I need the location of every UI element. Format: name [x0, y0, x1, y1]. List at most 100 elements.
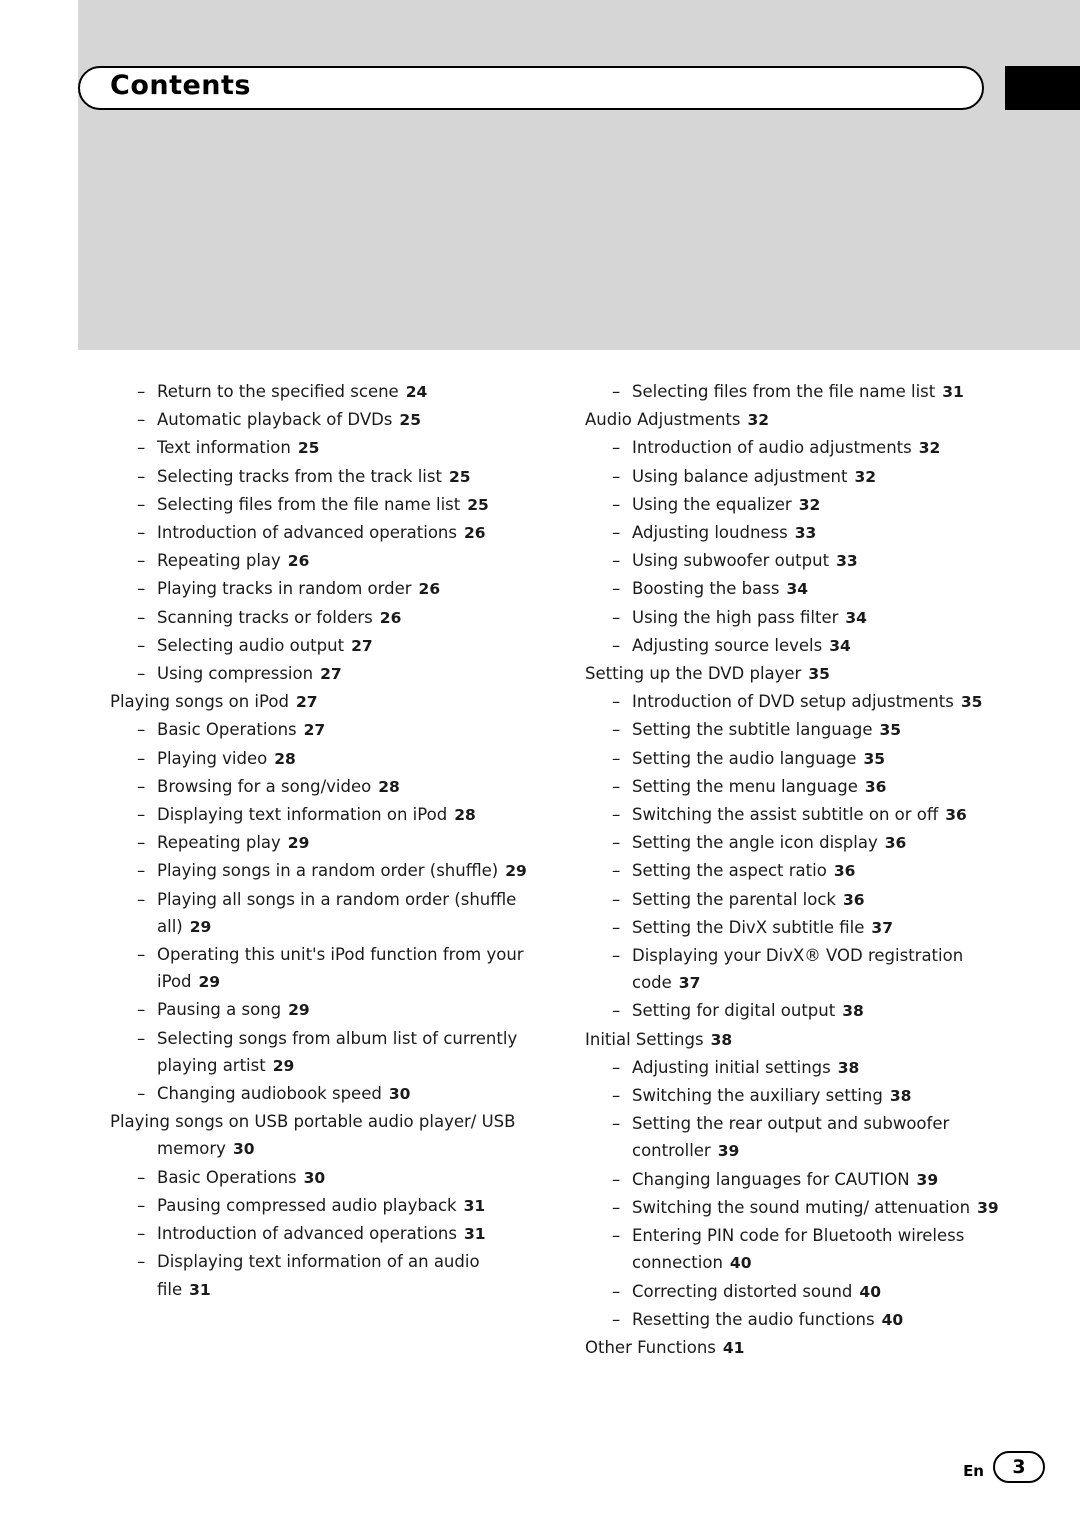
- entry-dash-marker: –: [612, 551, 621, 571]
- entry-label: Setting the rear output and subwoofer co…: [632, 1114, 950, 1161]
- toc-left-entry[interactable]: – Browsing for a song/video 28: [110, 773, 530, 801]
- page-title: Contents: [110, 70, 252, 101]
- entry-dash-marker: –: [137, 607, 146, 627]
- toc-left-entry[interactable]: Playing songs on USB portable audio play…: [110, 1108, 530, 1163]
- toc-right-entry[interactable]: – Adjusting initial settings 38: [585, 1054, 1015, 1082]
- toc-left-entry[interactable]: – Introduction of advanced operations 26: [110, 519, 530, 547]
- entry-page-number: 33: [836, 552, 858, 571]
- toc-right-entry[interactable]: Other Functions 41: [585, 1334, 1015, 1362]
- toc-left-entry[interactable]: – Scanning tracks or folders 26: [110, 604, 530, 632]
- toc-left-entry[interactable]: – Pausing compressed audio playback 31: [110, 1192, 530, 1220]
- toc-right-entry[interactable]: – Switching the auxiliary setting 38: [585, 1082, 1015, 1110]
- toc-right-entry[interactable]: – Changing languages for CAUTION 39: [585, 1166, 1015, 1194]
- entry-dash-marker: –: [137, 551, 146, 571]
- entry-dash-marker: –: [612, 382, 621, 401]
- toc-right-entry[interactable]: – Introduction of audio adjustments 32: [585, 434, 1015, 462]
- toc-right-entry[interactable]: – Using balance adjustment 32: [585, 463, 1015, 491]
- entry-label: Repeating play: [157, 551, 281, 571]
- toc-left-entry[interactable]: – Playing songs in a random order (shuffl…: [110, 857, 530, 885]
- toc-left-entry[interactable]: – Displaying text information on iPod 28: [110, 801, 530, 829]
- toc-right-entry[interactable]: – Using subwoofer output 33: [585, 547, 1015, 575]
- entry-label: Changing languages for CAUTION: [632, 1169, 910, 1189]
- toc-left-entry[interactable]: – Pausing a song 29: [110, 996, 530, 1024]
- entry-page-number: 35: [808, 665, 830, 684]
- entry-page-number: 24: [405, 383, 428, 401]
- toc-right-entry[interactable]: – Setting the audio language 35: [585, 745, 1015, 773]
- toc-right-entry[interactable]: – Entering PIN code for Bluetooth wireles…: [585, 1222, 1015, 1277]
- toc-right-entry[interactable]: – Using the high pass filter 34: [585, 604, 1015, 632]
- toc-left-entry[interactable]: – Playing video 28: [110, 745, 530, 773]
- entry-page-number: 32: [854, 467, 877, 486]
- toc-left-entry[interactable]: – Selecting tracks from the track list 25: [110, 463, 530, 491]
- toc-right-entry[interactable]: – Introduction of DVD setup adjustments 35: [585, 688, 1015, 716]
- toc-right-entry[interactable]: – Using the equalizer 32: [585, 491, 1015, 519]
- toc-right-entry[interactable]: – Switching the assist subtitle on or off…: [585, 801, 1015, 829]
- entry-label: Selecting files from the file name list: [157, 494, 461, 514]
- page-footer: En 3: [0, 1448, 1080, 1498]
- toc-right-entry[interactable]: – Setting the angle icon display 36: [585, 829, 1015, 857]
- toc-left-entry[interactable]: – Introduction of advanced operations 31: [110, 1220, 530, 1248]
- toc-right-entry[interactable]: Setting up the DVD player 35: [585, 660, 1015, 688]
- toc-right-entry[interactable]: – Setting the aspect ratio 36: [585, 857, 1015, 885]
- toc-left-entry[interactable]: – Displaying text information of an audio…: [110, 1248, 530, 1303]
- toc-right-entry[interactable]: – Setting the DivX subtitle file 37: [585, 914, 1015, 942]
- toc-right-entry[interactable]: – Switching the sound muting/ attenuation…: [585, 1194, 1015, 1222]
- entry-label: Correcting distorted sound: [632, 1281, 853, 1301]
- toc-right-entry[interactable]: – Setting for digital output 38: [585, 997, 1015, 1025]
- toc-right-entry[interactable]: Initial Settings 38: [585, 1026, 1015, 1054]
- entry-label: Pausing a song: [157, 1000, 282, 1020]
- toc-right-entry[interactable]: – Selecting files from the file name list…: [585, 378, 1015, 406]
- entry-label: Playing songs in a random order (shuffle…: [157, 861, 499, 881]
- entry-dash-marker: –: [612, 1114, 621, 1134]
- entry-page-number: 35: [879, 721, 902, 740]
- entry-label: Playing songs on USB portable audio play…: [110, 1112, 516, 1159]
- toc-left-entry[interactable]: – Repeating play 26: [110, 547, 530, 575]
- toc-left-entry[interactable]: – Selecting files from the file name list…: [110, 491, 530, 519]
- entry-label: Basic Operations: [157, 1167, 297, 1187]
- entry-dash-marker: –: [612, 692, 621, 712]
- contents-left-column: – Return to the specified scene 24– Automat…: [110, 378, 530, 1304]
- entry-page-number: 26: [287, 552, 310, 571]
- toc-left-entry[interactable]: – Selecting audio output 27: [110, 632, 530, 660]
- entry-dash-marker: –: [137, 1195, 146, 1215]
- toc-right-entry[interactable]: – Setting the parental lock 36: [585, 886, 1015, 914]
- toc-left-entry[interactable]: – Basic Operations 30: [110, 1164, 530, 1192]
- toc-left-entry[interactable]: – Playing tracks in random order 26: [110, 575, 530, 603]
- toc-left-entry[interactable]: – Using compression 27: [110, 660, 530, 688]
- toc-right-entry[interactable]: Audio Adjustments 32: [585, 406, 1015, 434]
- toc-left-entry[interactable]: – Playing all songs in a random order (sh…: [110, 886, 530, 941]
- entry-dash-marker: –: [137, 776, 146, 796]
- entry-dash-marker: –: [137, 494, 146, 514]
- entry-label: Introduction of advanced operations: [157, 1224, 457, 1244]
- entry-label: Setting the audio language: [632, 748, 857, 768]
- toc-right-entry[interactable]: – Setting the subtitle language 35: [585, 716, 1015, 744]
- entry-page-number: 37: [871, 918, 893, 937]
- toc-right-entry[interactable]: – Adjusting loudness 33: [585, 519, 1015, 547]
- entry-label: Setting up the DVD player: [585, 664, 802, 684]
- toc-right-entry[interactable]: – Setting the rear output and subwoofer c…: [585, 1110, 1015, 1165]
- toc-right-entry[interactable]: – Boosting the bass 34: [585, 575, 1015, 603]
- entry-dash-marker: –: [137, 833, 146, 853]
- toc-left-entry[interactable]: Playing songs on iPod 27: [110, 688, 530, 716]
- toc-right-entry[interactable]: – Adjusting source levels 34: [585, 632, 1015, 660]
- toc-left-entry[interactable]: – Return to the specified scene 24: [110, 378, 530, 406]
- entry-label: Switching the assist subtitle on or off: [632, 805, 939, 825]
- entry-page-number: 34: [829, 636, 851, 655]
- entry-label: Selecting audio output: [157, 635, 345, 655]
- entry-dash-marker: –: [612, 720, 621, 740]
- entry-dash-marker: –: [612, 494, 621, 514]
- entry-label: Setting for digital output: [632, 1001, 836, 1021]
- toc-left-entry[interactable]: – Repeating play 29: [110, 829, 530, 857]
- toc-left-entry[interactable]: – Basic Operations 27: [110, 716, 530, 744]
- toc-left-entry[interactable]: – Automatic playback of DVDs 25: [110, 406, 530, 434]
- toc-left-entry[interactable]: – Changing audiobook speed 30: [110, 1080, 530, 1108]
- entry-page-number: 25: [297, 439, 320, 458]
- toc-right-entry[interactable]: – Displaying your DivX® VOD registration …: [585, 942, 1015, 997]
- toc-right-entry[interactable]: – Resetting the audio functions 40: [585, 1306, 1015, 1334]
- entry-dash-marker: –: [137, 1000, 146, 1020]
- toc-left-entry[interactable]: – Selecting songs from album list of curr…: [110, 1025, 530, 1080]
- toc-right-entry[interactable]: – Correcting distorted sound 40: [585, 1278, 1015, 1306]
- toc-right-entry[interactable]: – Setting the menu language 36: [585, 773, 1015, 801]
- toc-left-entry[interactable]: – Text information 25: [110, 434, 530, 462]
- toc-left-entry[interactable]: – Operating this unit's iPod function fro…: [110, 941, 530, 996]
